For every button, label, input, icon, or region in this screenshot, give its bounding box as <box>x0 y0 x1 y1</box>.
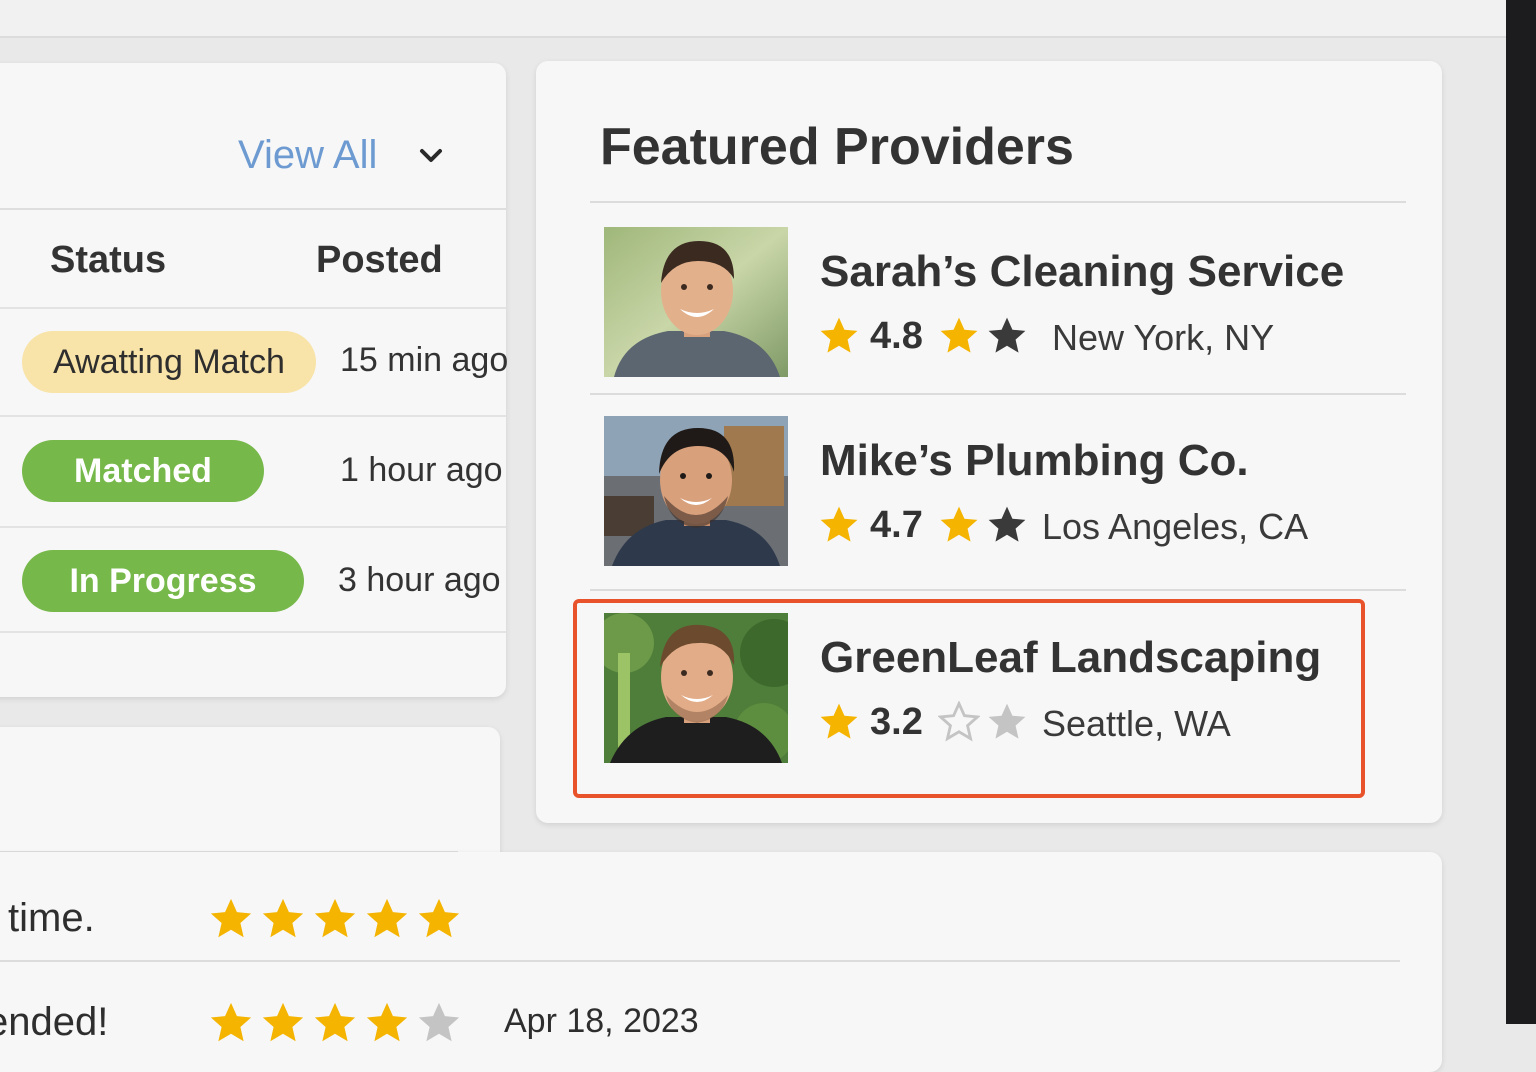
provider-divider <box>590 393 1406 395</box>
header-divider <box>0 208 506 210</box>
star-full-icon <box>314 898 356 938</box>
provider-card-mikes-plumbing[interactable]: Mike’s Plumbing Co. 4.7 Los Angeles, CA <box>604 416 1364 576</box>
star-full-icon <box>940 506 978 542</box>
provider-avatar <box>604 416 788 566</box>
posted-time: 15 min ago <box>340 341 509 379</box>
star-full-icon <box>820 317 858 353</box>
selected-provider-highlight <box>573 599 1365 798</box>
star-full-icon <box>418 898 460 938</box>
rating-value: 4.7 <box>870 504 923 546</box>
review-date: Apr 18, 2023 <box>504 1002 699 1040</box>
provider-avatar <box>604 227 788 377</box>
star-full-icon <box>210 1002 252 1042</box>
review-text: time. <box>8 896 95 940</box>
rating-value: 4.8 <box>870 315 923 357</box>
star-full-icon <box>314 1002 356 1042</box>
title-divider <box>590 201 1406 203</box>
row-divider <box>0 415 506 417</box>
provider-location: Los Angeles, CA <box>1042 506 1309 547</box>
star-full-icon <box>262 898 304 938</box>
provider-divider <box>590 589 1406 591</box>
row-divider <box>0 526 506 528</box>
column-header-posted[interactable]: Posted <box>316 239 443 282</box>
posted-time: 1 hour ago <box>340 451 503 489</box>
star-full-icon <box>366 898 408 938</box>
screen-bezel <box>1506 0 1536 1024</box>
review-text: ended! <box>0 1000 109 1044</box>
featured-providers-card: Featured Providers Sarah’s Cleaning Serv… <box>536 61 1442 823</box>
star-full-icon <box>940 317 978 353</box>
star-full-icon <box>820 506 858 542</box>
chevron-down-icon[interactable] <box>416 141 446 171</box>
star-empty-icon <box>418 1002 460 1042</box>
status-badge: In Progress <box>22 550 304 612</box>
status-badge: Awatting Match <box>22 331 316 393</box>
requests-card: View All Status Posted Awatting Match 15… <box>0 63 509 697</box>
top-band <box>0 0 1506 38</box>
provider-name: Sarah’s Cleaning Service <box>820 247 1345 296</box>
provider-location: New York, NY <box>1052 317 1275 358</box>
star-full-icon <box>366 1002 408 1042</box>
reviews-card: time. ended! Apr 18, 2023 <box>0 852 1442 1072</box>
star-full-icon <box>262 1002 304 1042</box>
provider-card-sarahs-cleaning[interactable]: Sarah’s Cleaning Service 4.8 New York, N… <box>604 227 1364 387</box>
row-divider <box>0 307 506 309</box>
column-header-status[interactable]: Status <box>50 239 166 282</box>
view-all-link[interactable]: View All <box>238 133 377 178</box>
review-divider <box>0 960 1400 962</box>
posted-time: 3 hour ago <box>338 561 501 599</box>
star-full-icon <box>210 898 252 938</box>
provider-name: Mike’s Plumbing Co. <box>820 436 1249 485</box>
row-divider <box>0 631 506 633</box>
status-badge: Matched <box>22 440 264 502</box>
star-dark-icon <box>988 506 1026 542</box>
star-dark-icon <box>988 317 1026 353</box>
featured-providers-title: Featured Providers <box>600 118 1074 176</box>
